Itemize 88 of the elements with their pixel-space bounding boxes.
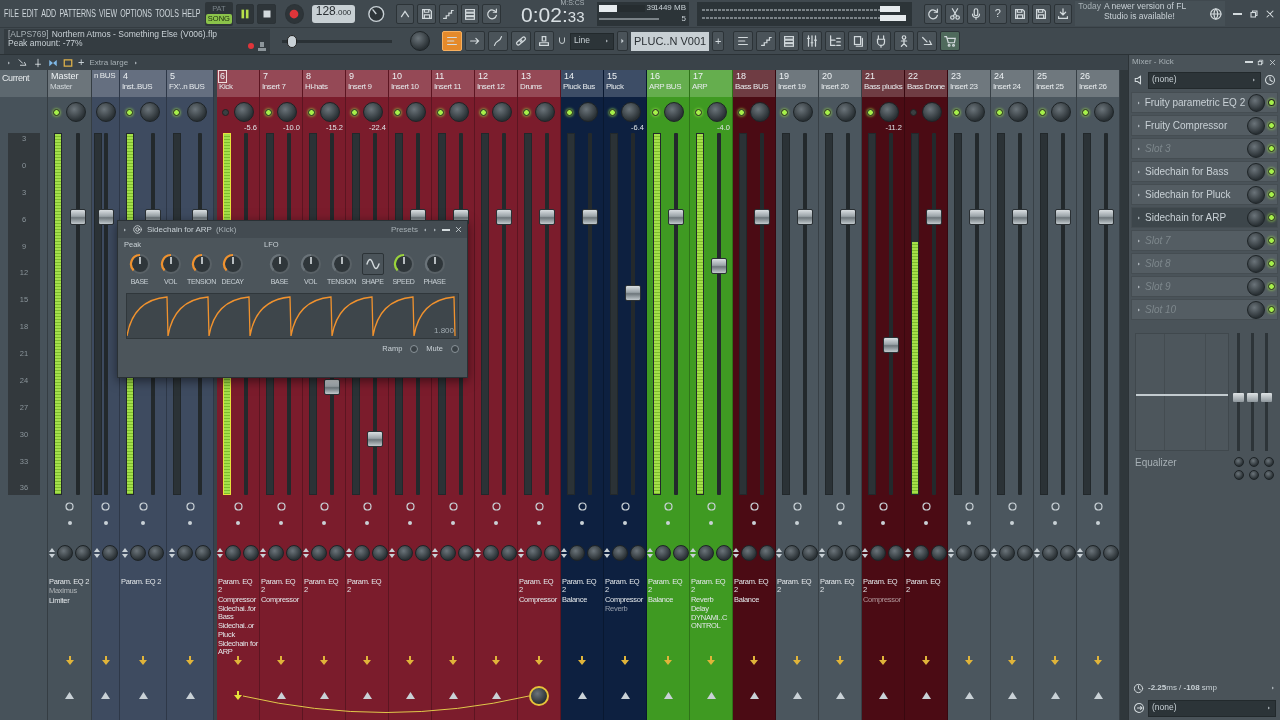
time-centiseconds: 33	[567, 6, 585, 27]
latency-text: -2.25ms / -108 smp	[1148, 683, 1218, 693]
menu-item[interactable]: ADD	[41, 7, 57, 20]
file-tag: [ALPS769]	[8, 28, 49, 39]
size-selector[interactable]: Extra large	[89, 57, 129, 68]
add-icon[interactable]: +	[78, 56, 85, 69]
snap-dropdown[interactable]: Line	[570, 32, 614, 50]
effect-slot[interactable]: Sidechain for Pluck	[1131, 184, 1278, 205]
track-number: 20	[821, 71, 833, 82]
help-button[interactable]: ?	[988, 3, 1008, 24]
track-number: 25	[1036, 71, 1048, 82]
track-name: Insert 12	[477, 82, 506, 92]
presets-button[interactable]: Presets	[390, 224, 418, 235]
effect-slot[interactable]: Fruity parametric EQ 2	[1131, 92, 1278, 113]
track-number: 19	[778, 71, 790, 82]
track-number: 17	[692, 71, 704, 82]
window-title: Sidechain for ARP	[147, 224, 212, 235]
track-name: Pluck Bus	[563, 82, 596, 92]
track-number: 16	[649, 71, 661, 82]
track-number: 15	[606, 71, 618, 82]
track-number: 14	[563, 71, 575, 82]
track-name: Inst..BUS	[122, 82, 154, 92]
track-name: Kick	[219, 82, 234, 92]
track-number: 5	[169, 71, 176, 82]
effect-slot[interactable]: Sidechain for ARP	[1131, 207, 1278, 228]
track-number: Master	[50, 71, 80, 82]
cpu-value: 39	[646, 2, 656, 12]
track-name: Insert 7	[262, 82, 287, 92]
menu-item[interactable]: TOOLS	[155, 7, 179, 20]
track-number: 23	[950, 71, 962, 82]
track-number: 6	[219, 71, 226, 82]
track-number: 8	[305, 71, 312, 82]
track-name: Insert 10	[391, 82, 420, 92]
track-name: n BUS	[94, 71, 117, 81]
news-date: Today	[1078, 2, 1101, 13]
track-name: Insert 20	[821, 82, 850, 92]
track-name: Master	[50, 82, 74, 92]
track-number: 26	[1079, 71, 1091, 82]
menu-item[interactable]: EDIT	[22, 7, 39, 20]
track-number: 10	[391, 71, 403, 82]
track-name: Bass BUS	[735, 82, 770, 92]
track-name: Insert 23	[950, 82, 979, 92]
panel-title: Mixer - Kick	[1132, 57, 1175, 67]
menu-item[interactable]: HELP	[182, 7, 201, 20]
track-number: 18	[735, 71, 747, 82]
track-number: 4	[122, 71, 129, 82]
track-name: Insert 19	[778, 82, 807, 92]
track-name: Insert 25	[1036, 82, 1065, 92]
track-name: ARP BUS	[649, 82, 683, 92]
menu-item[interactable]: PATTERNS	[59, 7, 96, 20]
track-name: FX'..n BUS	[169, 82, 206, 92]
window-subtitle: (Kick)	[215, 224, 237, 235]
output-dropdown[interactable]: (none)	[1148, 699, 1276, 717]
track-number: 13	[520, 71, 532, 82]
track-number: 7	[262, 71, 269, 82]
add-pattern-button[interactable]: +	[712, 31, 725, 51]
envelope-value: 1.800	[433, 326, 454, 336]
track-name: Pluck	[606, 82, 625, 92]
effect-slot[interactable]: Fruity Compressor	[1131, 115, 1278, 136]
eq-label: Equalizer	[1135, 457, 1178, 469]
track-name: Insert 24	[993, 82, 1022, 92]
hint-message: Peak amount: -77%	[8, 39, 83, 50]
polyphony-value: 5	[681, 13, 686, 23]
file-name: Northern Atmos - Something Else (V006).flp	[51, 28, 217, 39]
track-number: 24	[993, 71, 1005, 82]
track-name: Insert 9	[348, 82, 373, 92]
pattern-selector[interactable]: PLUC..N V001	[631, 31, 710, 51]
track-name: ARP	[692, 82, 709, 92]
track-number: 21	[864, 71, 876, 82]
track-name: Current	[2, 73, 31, 83]
news-message: A newer version of FL Studio is available!	[1103, 2, 1187, 23]
track-name: Insert 11	[434, 82, 462, 92]
menu-item[interactable]: VIEW	[99, 7, 118, 20]
memory-value: 1449 MB	[654, 2, 686, 12]
track-name: Hi-hats	[305, 82, 329, 92]
track-name: Insert 26	[1079, 82, 1108, 92]
input-dropdown[interactable]: (none)	[1148, 71, 1261, 89]
menu-item[interactable]: OPTIONS	[120, 7, 152, 20]
track-number: 12	[477, 71, 489, 82]
effect-slot[interactable]: Sidechain for Bass	[1131, 161, 1278, 182]
track-number: 22	[907, 71, 919, 82]
track-number: 9	[348, 71, 355, 82]
menu-item[interactable]: FILE	[4, 7, 19, 20]
tempo-field[interactable]: 128.000	[311, 4, 356, 23]
track-number: 11	[434, 71, 446, 82]
track-name: Drums	[520, 82, 543, 92]
track-name: Bass Drone	[907, 82, 945, 92]
track-name: Bass plucks	[864, 82, 902, 92]
